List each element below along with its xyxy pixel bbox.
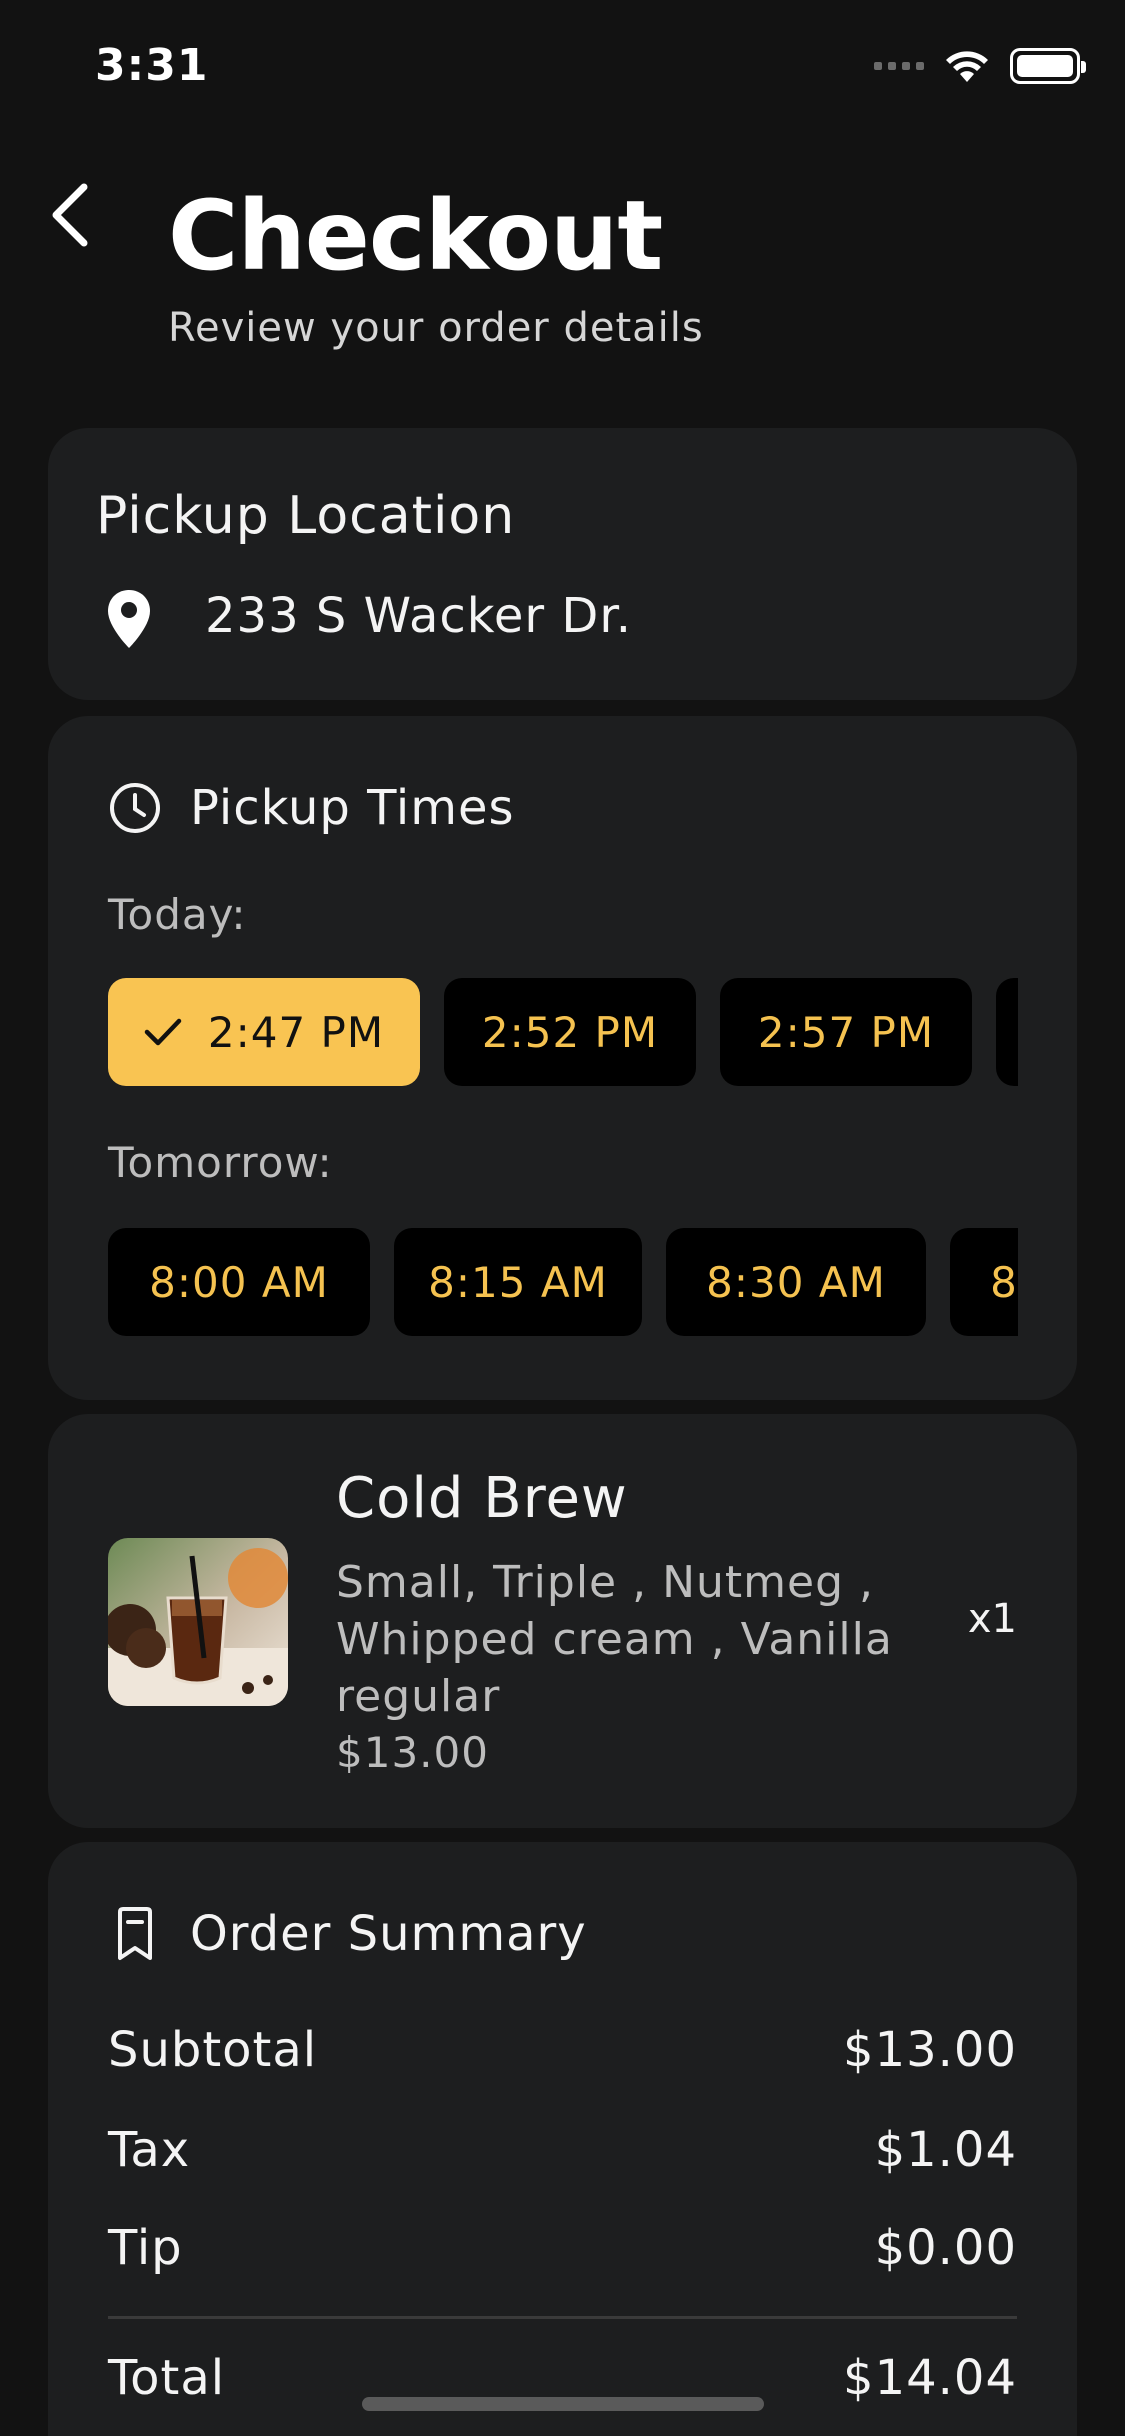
time-chip[interactable]: 8:00 AM <box>108 1228 370 1336</box>
pickup-times-title: Pickup Times <box>190 780 515 836</box>
summary-label: Subtotal <box>108 2022 318 2078</box>
back-button[interactable] <box>40 180 100 250</box>
summary-label: Tip <box>108 2220 183 2276</box>
time-chip-label: 8:00 AM <box>149 1257 329 1307</box>
item-name: Cold Brew <box>336 1466 628 1531</box>
time-chip[interactable]: 2:52 PM <box>444 978 696 1086</box>
tomorrow-label: Tomorrow: <box>108 1138 333 1187</box>
order-summary-title: Order Summary <box>190 1906 587 1962</box>
checkout-screen: 3:31 Checkout Review your order details … <box>0 0 1125 2436</box>
today-label: Today: <box>108 890 247 939</box>
time-chip[interactable]: 8:15 AM <box>394 1228 642 1336</box>
time-chip-label: 2:57 PM <box>757 1007 935 1057</box>
status-time: 3:31 <box>95 40 209 91</box>
order-summary-card: Order Summary Subtotal $13.00 Tax $1.04 … <box>48 1842 1077 2436</box>
summary-value: $0.00 <box>874 2220 1017 2276</box>
pickup-times-card: Pickup Times Today: 2:47 PM 2:52 PM 2:57… <box>48 716 1077 1400</box>
check-icon <box>144 1018 182 1046</box>
summary-row-tax: Tax $1.04 <box>108 2122 1017 2178</box>
battery-icon <box>1010 48 1086 84</box>
item-quantity: x1 <box>967 1596 1017 1642</box>
time-chip[interactable]: 8:45 AM <box>950 1228 1018 1336</box>
pickup-location-title: Pickup Location <box>96 486 516 546</box>
location-pin-icon <box>108 590 150 648</box>
pickup-times-header: Pickup Times <box>108 780 515 836</box>
receipt-icon <box>118 1907 152 1960</box>
time-chip[interactable] <box>996 978 1018 1086</box>
time-chip-label: 8:30 AM <box>706 1257 886 1307</box>
total-label: Total <box>108 2350 226 2406</box>
summary-divider <box>108 2316 1017 2319</box>
item-image <box>108 1538 288 1706</box>
time-chip-label: 2:47 PM <box>207 1007 385 1057</box>
summary-value: $1.04 <box>874 2122 1017 2178</box>
cellular-signal-icon <box>874 62 924 70</box>
pickup-address: 233 S Wacker Dr. <box>205 588 632 644</box>
home-indicator[interactable] <box>362 2397 764 2411</box>
chevron-left-icon <box>52 183 88 247</box>
order-summary-header: Order Summary <box>108 1906 587 1962</box>
time-chip[interactable]: 2:57 PM <box>720 978 972 1086</box>
summary-label: Tax <box>108 2122 191 2178</box>
summary-value: $13.00 <box>843 2022 1017 2078</box>
time-chip-label: 2:52 PM <box>481 1007 659 1057</box>
total-value: $14.04 <box>843 2350 1017 2406</box>
pickup-location-card[interactable]: Pickup Location 233 S Wacker Dr. <box>48 428 1077 700</box>
page-subtitle: Review your order details <box>168 305 704 351</box>
today-times-row[interactable]: 2:47 PM 2:52 PM 2:57 PM <box>108 978 1018 1086</box>
time-chip-label: 8:45 AM <box>990 1257 1018 1307</box>
status-icons <box>874 48 1086 84</box>
page-title: Checkout <box>168 180 663 292</box>
item-price: $13.00 <box>336 1728 489 1777</box>
item-options: Small, Triple , Nutmeg , Whipped cream ,… <box>336 1557 893 1722</box>
tomorrow-times-row[interactable]: 8:00 AM 8:15 AM 8:30 AM 8:45 AM <box>108 1228 1018 1336</box>
time-chip-label: 8:15 AM <box>428 1257 608 1307</box>
clock-icon <box>110 783 160 833</box>
summary-row-subtotal: Subtotal $13.00 <box>108 2022 1017 2078</box>
wifi-icon <box>946 51 988 82</box>
summary-row-tip: Tip $0.00 <box>108 2220 1017 2276</box>
order-item-card[interactable]: Cold Brew Small, Triple , Nutmeg , Whipp… <box>48 1414 1077 1828</box>
time-chip[interactable]: 8:30 AM <box>666 1228 926 1336</box>
time-chip-selected[interactable]: 2:47 PM <box>108 978 420 1086</box>
